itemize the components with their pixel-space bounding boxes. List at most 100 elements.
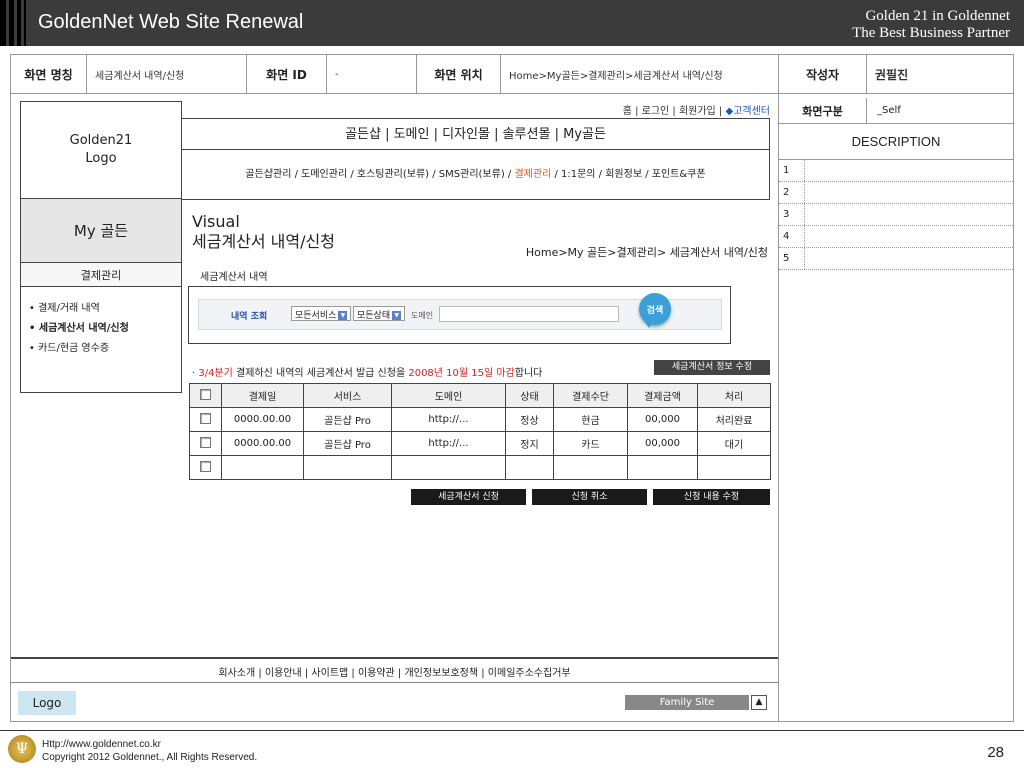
global-nav[interactable]: 골든샵 | 도메인 | 디자인몰 | 솔루션몰 | My골든 [181, 120, 770, 150]
slide-copyright: Http://www.goldennet.co.kr Copyright 201… [42, 738, 257, 764]
modify-request-button[interactable]: 신청 내용 수정 [653, 489, 770, 505]
section-title: 세금계산서 내역 [200, 272, 268, 283]
page-title: 세금계산서 내역/신청 [192, 232, 335, 251]
edit-invoice-info-button[interactable]: 세금계산서 정보 수정 [654, 360, 770, 375]
visual-label: Visual [192, 212, 240, 231]
sidebar-item-payment-history[interactable]: • 결제/거래 내역 [29, 299, 181, 319]
description-row: 2 [779, 182, 1013, 204]
table-cell: 현금 [553, 407, 628, 432]
customer-center-link[interactable]: 고객센터 [733, 106, 770, 117]
table-row: 0000.00.00 골든샵 Pro http://... 정지 카드 00,0… [189, 431, 771, 456]
family-site-select[interactable]: Family Site [625, 695, 749, 710]
site-logo[interactable]: Golden21 Logo [20, 101, 182, 199]
table-cell [697, 455, 771, 480]
local-nav-active-payment[interactable]: 결제관리 [514, 169, 551, 180]
table-cell: 골든샵 Pro [303, 407, 392, 432]
chevron-up-icon[interactable]: ▲ [751, 695, 767, 710]
local-nav-items-rest[interactable]: / 1:1문의 / 회원정보 / 포인트&쿠폰 [551, 169, 705, 180]
column-header: 처리 [697, 383, 771, 408]
screen-location-value: Home>My골든>결제관리>세금계산서 내역/신청 [501, 55, 779, 93]
sidebar-menu: • 결제/거래 내역 • 세금계산서 내역/신청 • 카드/현금 영수증 [20, 287, 182, 393]
notice-quarter: 3/4분기 [198, 368, 233, 379]
sidebar-item-receipts[interactable]: • 카드/현금 영수증 [29, 339, 181, 359]
sidebar-item-tax-invoice[interactable]: • 세금계산서 내역/신청 [29, 319, 181, 339]
notice-text: · 3/4분기 결제하신 내역의 세금계산서 발급 신청을 2008년 10월 … [192, 368, 543, 379]
screen-location-label: 화면 위치 [417, 55, 501, 93]
screen-info-bar: 화면 명칭 세금계산서 내역/신청 화면 ID - 화면 위치 Home>My골… [10, 54, 1014, 94]
table-cell: 00,000 [627, 407, 698, 432]
service-select[interactable]: 모든서비스 ▼ [291, 306, 352, 321]
table-cell [553, 455, 628, 480]
footer-logo[interactable]: Logo [18, 691, 76, 715]
description-heading: DESCRIPTION [779, 124, 1013, 160]
row-checkbox[interactable] [189, 455, 222, 480]
search-box: 내역 조회 모든서비스 ▼ 모든상태 ▼ 도메인 검색 [188, 286, 731, 344]
column-header: 결제금액 [627, 383, 698, 408]
invoice-table: 결제일 서비스 도메인 상태 결제수단 결제금액 처리 0000.00.00 골… [189, 383, 771, 480]
screen-type-label: 화면구분 [779, 98, 867, 123]
table-cell: 카드 [553, 431, 628, 456]
description-row: 1 [779, 160, 1013, 182]
checkbox-icon [200, 436, 211, 448]
table-cell [391, 455, 506, 480]
description-row: 5 [779, 248, 1013, 270]
local-nav-items[interactable]: 골든샵관리 / 도메인관리 / 호스팅관리(보류) / SMS관리(보류) / [245, 169, 514, 180]
checkbox-icon [200, 412, 211, 424]
screen-name-label: 화면 명칭 [11, 55, 87, 93]
column-header: 서비스 [303, 383, 392, 408]
column-header: 도메인 [391, 383, 506, 408]
table-cell [303, 455, 392, 480]
table-cell [505, 455, 554, 480]
screen-id-value: - [327, 55, 417, 93]
visual-area: Visual 세금계산서 내역/신청 [192, 212, 335, 252]
description-row: 3 [779, 204, 1013, 226]
slide-footer-divider [0, 730, 1024, 731]
description-panel: 화면구분 _Self DESCRIPTION 1 2 3 4 5 [779, 98, 1013, 270]
select-all-checkbox[interactable] [189, 383, 222, 408]
status-select[interactable]: 모든상태 ▼ [353, 306, 406, 321]
tagline-line-1: Golden 21 in Goldennet [865, 8, 1010, 24]
description-row: 4 [779, 226, 1013, 248]
row-checkbox[interactable] [189, 431, 222, 456]
footer-links[interactable]: 회사소개 | 이용안내 | 사이트맵 | 이용약관 | 개인정보보호정책 | 이… [11, 664, 778, 679]
table-cell: http://... [391, 431, 506, 456]
logo-line-2: Logo [85, 151, 117, 166]
logo-line-1: Golden21 [69, 133, 133, 148]
domain-label: 도메인 [411, 311, 434, 320]
table-cell [627, 455, 698, 480]
cancel-request-button[interactable]: 신청 취소 [532, 489, 647, 505]
domain-input[interactable] [439, 306, 619, 322]
table-cell: 0000.00.00 [221, 431, 304, 456]
chevron-down-icon: ▼ [338, 311, 348, 320]
checkbox-icon [200, 388, 211, 400]
tagline: Golden 21 in Goldennet The Best Business… [852, 8, 1010, 42]
table-cell: 골든샵 Pro [303, 431, 392, 456]
tagline-line-2: The Best Business Partner [852, 25, 1010, 41]
table-cell: http://... [391, 407, 506, 432]
notice-deadline: 2008년 10월 15일 마감 [408, 368, 515, 379]
banner-stripes [0, 0, 26, 46]
screen-type-value: _Self [877, 105, 901, 116]
page-number: 28 [987, 744, 1004, 761]
row-checkbox[interactable] [189, 407, 222, 432]
table-cell: 00,000 [627, 431, 698, 456]
table-cell: 대기 [697, 431, 771, 456]
company-url: Http://www.goldennet.co.kr [42, 739, 161, 750]
table-header-row: 결제일 서비스 도메인 상태 결제수단 결제금액 처리 [189, 383, 771, 408]
header-banner: GoldenNet Web Site Renewal Golden 21 in … [0, 0, 1024, 46]
sidebar-subheading: 결제관리 [20, 263, 182, 287]
table-cell [221, 455, 304, 480]
author-value: 권필진 [875, 67, 909, 82]
screen-type-row: 화면구분 _Self [779, 98, 1013, 124]
column-header: 결제일 [221, 383, 304, 408]
table-cell: 정지 [505, 431, 554, 456]
table-row [189, 455, 771, 480]
table-row: 0000.00.00 골든샵 Pro http://... 정상 현금 00,0… [189, 407, 771, 432]
search-label: 내역 조회 [231, 312, 268, 322]
footer-divider [11, 657, 778, 659]
checkbox-icon [200, 460, 211, 472]
footer-divider-bottom [11, 682, 778, 683]
utility-links-text[interactable]: 홈 | 로그인 | 회원가입 | [623, 106, 726, 117]
table-cell: 0000.00.00 [221, 407, 304, 432]
apply-invoice-button[interactable]: 세금계산서 신청 [411, 489, 526, 505]
